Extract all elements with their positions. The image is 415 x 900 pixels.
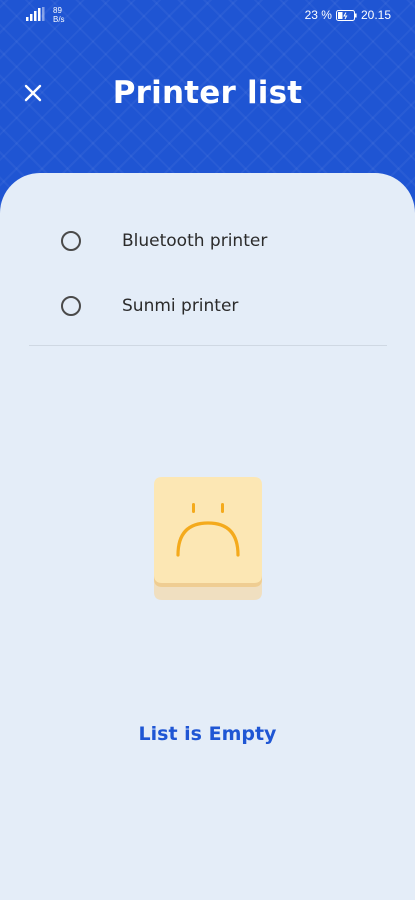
option-bluetooth-printer[interactable]: Bluetooth printer [50,219,370,263]
status-right: 23 % 20.15 [305,7,391,23]
radio-button-bluetooth[interactable] [61,231,81,251]
battery-percent: 23 % [304,8,332,22]
status-time: 20.15 [360,8,391,22]
battery-icon [335,9,357,21]
empty-state-message: List is Empty [138,723,277,745]
signal-icon [26,7,45,21]
page-title: Printer list [112,75,303,111]
option-label-sunmi: Sunmi printer [122,296,239,316]
network-speed-unit: B/s [53,15,65,24]
network-speed: 89 B/s [53,6,73,24]
option-sunmi-printer[interactable]: Sunmi printer [50,284,370,328]
radio-button-sunmi[interactable] [61,296,81,316]
network-speed-value: 89 [53,6,62,15]
sad-face-icon [154,477,262,600]
option-label-bluetooth: Bluetooth printer [122,231,268,251]
divider [29,345,387,346]
status-bar: 89 B/s 23 % 20.15 [0,0,415,30]
printer-list-card: Bluetooth printer Sunmi printer List is … [0,173,415,900]
